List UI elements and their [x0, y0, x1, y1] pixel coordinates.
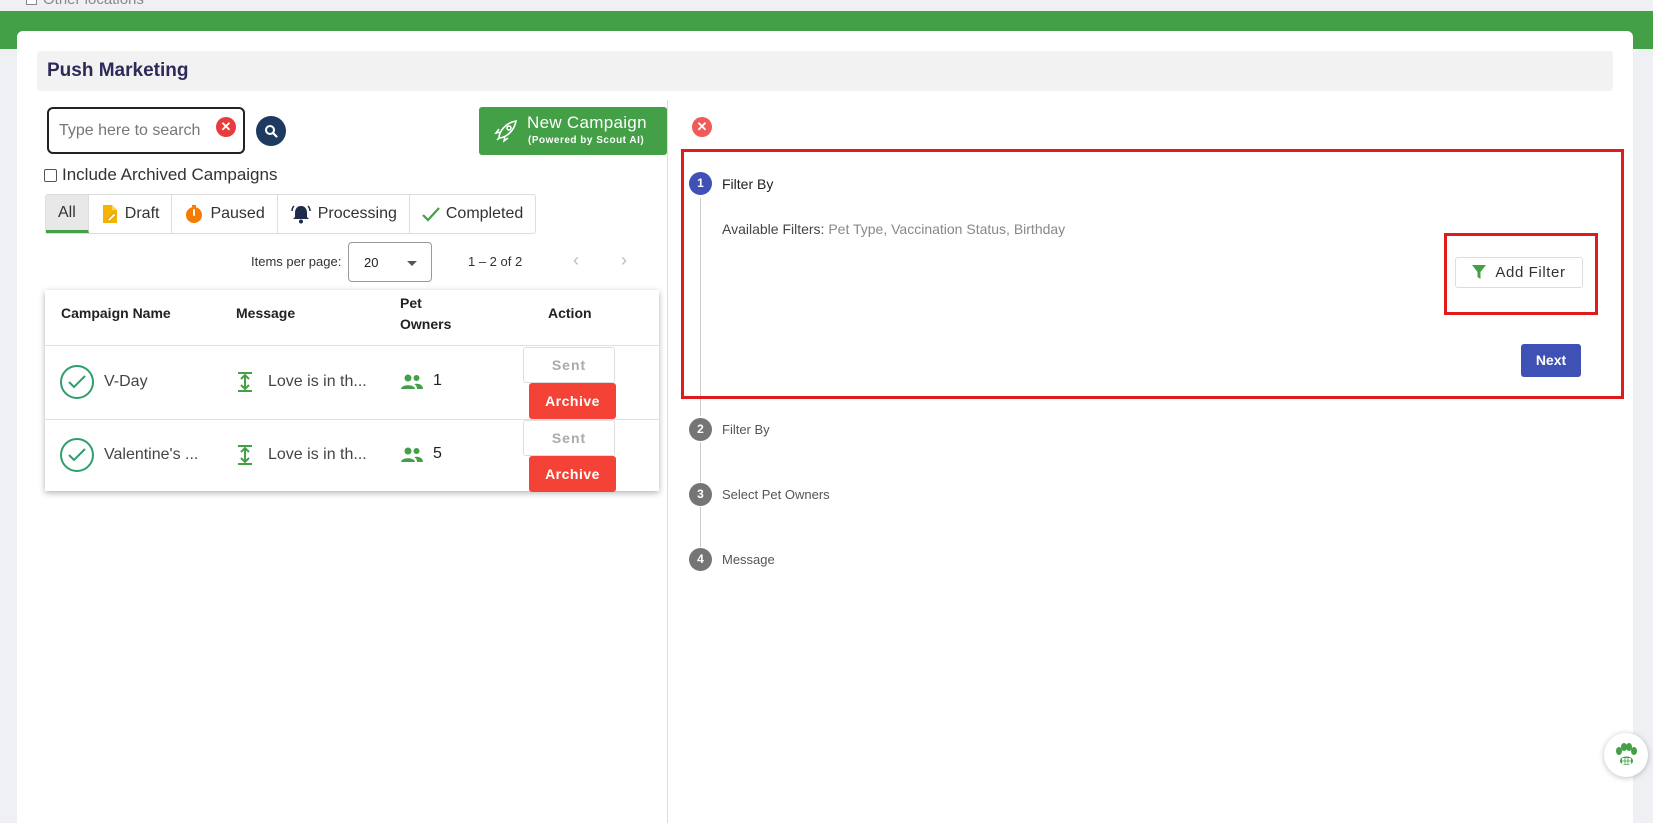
step-connector — [700, 507, 701, 547]
chat-widget-button[interactable] — [1604, 733, 1648, 777]
campaign-message[interactable]: Love is in th... — [268, 446, 367, 464]
next-page-icon[interactable]: › — [621, 250, 627, 271]
expand-vertical-icon — [238, 445, 252, 465]
pagination-range: 1 – 2 of 2 — [468, 254, 523, 269]
campaigns-table: Campaign Name Message Pet Owners Action … — [45, 290, 659, 492]
people-icon — [401, 447, 423, 462]
search-button[interactable] — [256, 116, 286, 146]
other-locations-checkbox[interactable] — [26, 0, 37, 5]
page-title: Push Marketing — [47, 60, 189, 81]
expand-vertical-icon — [238, 372, 252, 392]
campaign-name[interactable]: V-Day — [104, 373, 148, 391]
campaign-name[interactable]: Valentine's ... — [104, 446, 198, 464]
step-3-label[interactable]: Select Pet Owners — [722, 487, 830, 502]
completed-status-icon — [60, 365, 94, 399]
new-campaign-sublabel: (Powered by Scout AI) — [528, 135, 645, 146]
tab-all-label: All — [58, 203, 76, 221]
items-per-page-value: 20 — [364, 255, 379, 270]
new-campaign-button[interactable]: New Campaign (Powered by Scout AI) — [479, 107, 667, 155]
paw-icon — [1616, 743, 1637, 765]
check-icon — [68, 375, 86, 389]
step-3-number: 3 — [689, 483, 712, 506]
step-2-number: 2 — [689, 418, 712, 441]
page-title-bar: Push Marketing — [37, 51, 1613, 91]
column-header-message: Message — [236, 305, 296, 321]
step-4-label[interactable]: Message — [722, 552, 775, 567]
rocket-icon — [494, 120, 517, 143]
pet-owners-count: 1 — [433, 372, 442, 389]
tab-completed[interactable]: Completed — [410, 195, 535, 233]
panel-divider — [667, 100, 668, 823]
tab-processing-label: Processing — [317, 205, 397, 222]
tab-draft-label: Draft — [124, 205, 160, 222]
pet-owners-count: 5 — [433, 445, 442, 462]
draft-icon — [102, 205, 117, 223]
people-icon — [401, 374, 423, 389]
bell-icon — [290, 205, 311, 224]
previous-page-icon[interactable]: ‹ — [573, 250, 579, 271]
search-icon — [265, 125, 278, 138]
include-archived-checkbox[interactable] — [44, 168, 57, 182]
chevron-down-icon — [407, 261, 417, 266]
archive-button[interactable]: Archive — [529, 383, 616, 419]
include-archived-option[interactable]: Include Archived Campaigns — [44, 165, 277, 185]
new-campaign-label: New Campaign — [527, 113, 647, 132]
tab-draft[interactable]: Draft — [89, 195, 173, 233]
clear-search-icon[interactable]: ✕ — [216, 117, 236, 137]
tab-processing[interactable]: Processing — [278, 195, 410, 233]
column-header-action: Action — [548, 305, 592, 321]
search-input[interactable] — [59, 119, 209, 143]
campaign-message[interactable]: Love is in th... — [268, 373, 367, 391]
tab-all[interactable]: All — [46, 195, 89, 233]
tab-completed-label: Completed — [445, 205, 524, 222]
status-tabs: All Draft Paused Processing Completed — [45, 194, 537, 234]
archive-button[interactable]: Archive — [529, 456, 616, 492]
highlight-box-add-filter — [1444, 233, 1598, 315]
sent-button[interactable]: Sent — [523, 347, 615, 383]
row-divider — [45, 345, 659, 346]
other-locations-label: Other locations — [43, 0, 144, 8]
step-2-label[interactable]: Filter By — [722, 422, 770, 437]
other-locations-option[interactable]: Other locations — [26, 0, 144, 8]
search-box: ✕ — [47, 107, 245, 154]
close-panel-icon[interactable]: ✕ — [692, 117, 712, 137]
tab-paused[interactable]: Paused — [172, 195, 278, 233]
check-icon — [68, 448, 86, 462]
timer-icon — [186, 205, 203, 223]
check-icon — [422, 207, 440, 222]
step-4-number: 4 — [689, 548, 712, 571]
sent-button[interactable]: Sent — [523, 420, 615, 456]
column-header-pet-owners: Pet Owners — [400, 295, 452, 332]
column-header-campaign-name: Campaign Name — [61, 305, 171, 321]
completed-status-icon — [60, 438, 94, 472]
include-archived-label: Include Archived Campaigns — [62, 165, 278, 184]
items-per-page-select[interactable]: 20 — [348, 242, 432, 282]
items-per-page-label: Items per page: — [251, 254, 342, 269]
tab-paused-label: Paused — [210, 205, 265, 222]
step-connector — [700, 442, 701, 482]
